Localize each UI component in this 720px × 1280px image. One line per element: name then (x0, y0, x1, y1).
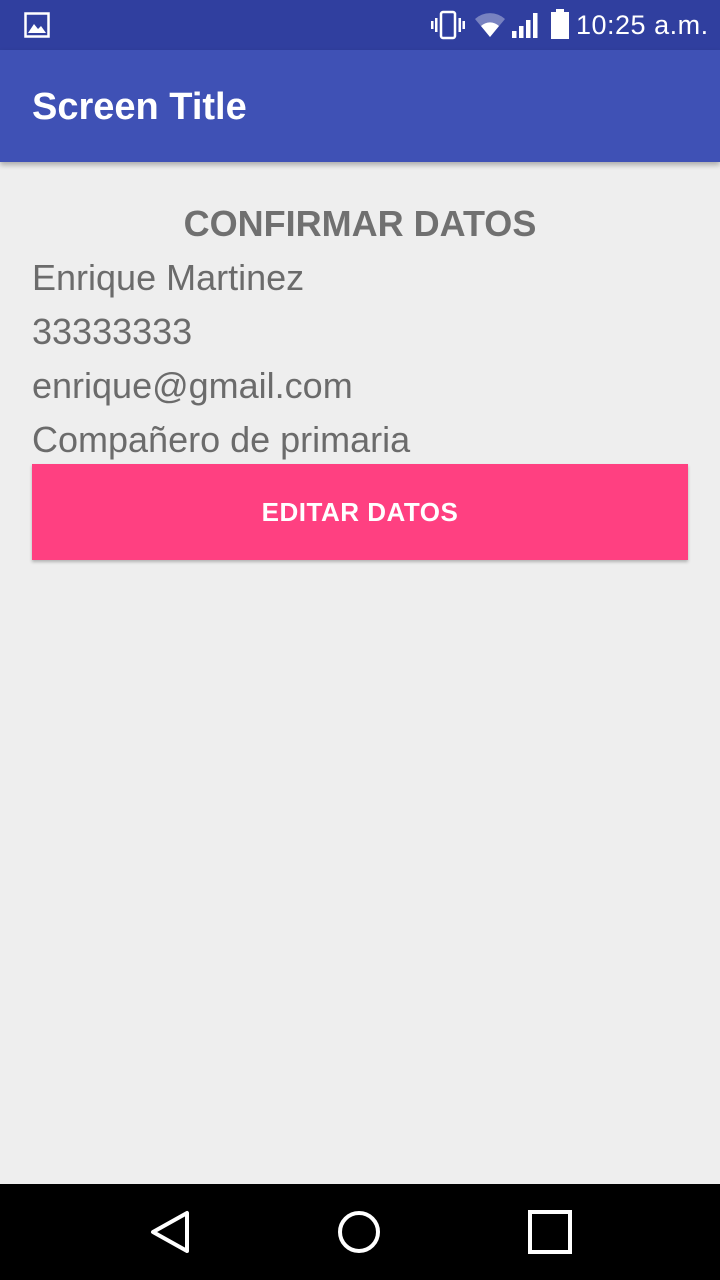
edit-data-button[interactable]: EDITAR DATOS (32, 464, 688, 560)
home-button[interactable] (311, 1184, 407, 1280)
app-screen: 10:25 a.m. Screen Title CONFIRMAR DATOS … (0, 0, 720, 1280)
contact-email: enrique@gmail.com (32, 365, 353, 406)
app-bar: Screen Title (0, 50, 720, 162)
navigation-bar (0, 1184, 720, 1280)
screen-title: Screen Title (32, 86, 247, 128)
contact-phone: 33333333 (32, 311, 193, 352)
confirm-heading: CONFIRMAR DATOS (183, 203, 537, 244)
back-icon (151, 1211, 189, 1253)
contact-name: Enrique Martinez (32, 257, 305, 298)
contact-relation: Compañero de primaria (32, 419, 411, 460)
signal-icon (512, 13, 538, 38)
battery-icon (551, 9, 569, 39)
home-icon (338, 1211, 380, 1253)
status-time: 10:25 a.m. (576, 10, 709, 40)
back-button[interactable] (122, 1184, 218, 1280)
status-bar: 10:25 a.m. (0, 0, 720, 50)
gallery-icon (24, 12, 50, 38)
wifi-icon (475, 13, 505, 38)
recents-button[interactable] (502, 1184, 598, 1280)
recents-icon (528, 1210, 572, 1254)
vibrate-icon (431, 10, 465, 40)
